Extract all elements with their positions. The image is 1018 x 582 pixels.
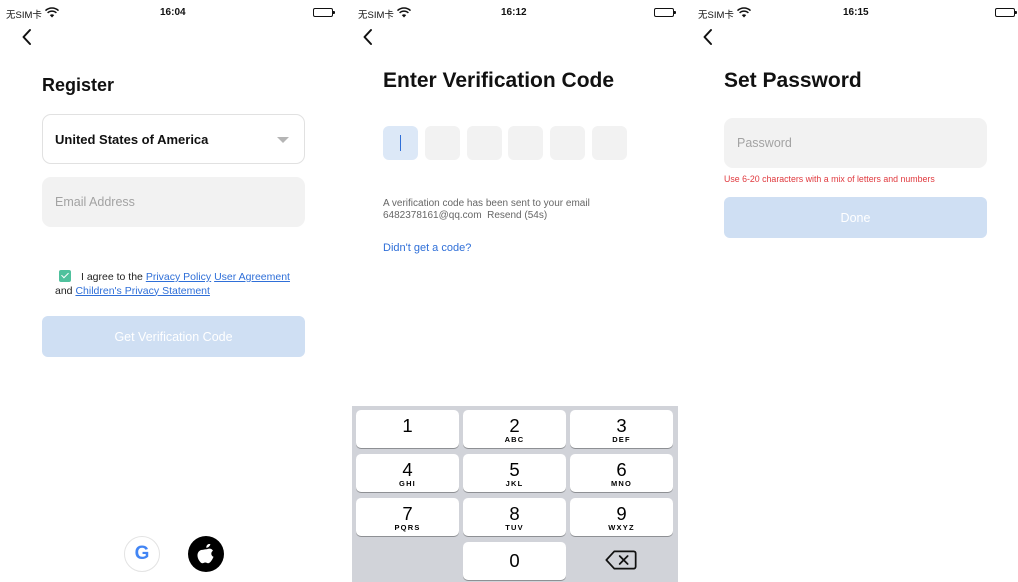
key-4[interactable]: 4 GHI <box>356 454 459 492</box>
status-time: 16:12 <box>501 7 527 18</box>
verification-screen: 无SIM卡 16:12 Enter Verification Code A ve… <box>352 0 678 582</box>
key-number: 2 <box>509 415 520 436</box>
key-number: 9 <box>616 503 627 524</box>
apple-icon <box>197 544 214 564</box>
childrens-privacy-link[interactable]: Children's Privacy Statement <box>75 285 209 297</box>
back-arrow-icon[interactable] <box>20 27 34 47</box>
key-9[interactable]: 9 WXYZ <box>570 498 673 536</box>
info-line-2: 6482378161@qq.com Resend (54s) <box>383 209 548 221</box>
numeric-keypad: 1 2 ABC 3 DEF 4 GHI 5 JKL 6 MNO 7 PQRS 8 <box>352 406 678 582</box>
status-time: 16:04 <box>160 7 186 18</box>
back-arrow-icon[interactable] <box>361 27 375 47</box>
verification-info: A verification code has been sent to you… <box>383 198 673 221</box>
apple-login-button[interactable] <box>188 536 224 572</box>
key-letters: JKL <box>505 479 524 488</box>
key-letters: MNO <box>610 479 633 488</box>
carrier-label: 无SIM卡 <box>6 10 42 21</box>
page-title: Set Password <box>724 69 862 92</box>
key-number: 5 <box>509 459 520 480</box>
battery-icon <box>654 8 676 17</box>
status-bar: 无SIM卡 16:15 <box>692 6 1018 21</box>
email-field[interactable]: Email Address <box>42 177 305 227</box>
register-screen: 无SIM卡 16:04 Register United States of Am… <box>0 0 341 582</box>
code-digit-box[interactable] <box>592 126 627 160</box>
didnt-get-code-link[interactable]: Didn't get a code? <box>383 242 471 254</box>
password-hint: Use 6-20 characters with a mix of letter… <box>724 174 935 184</box>
get-verification-code-button[interactable]: Get Verification Code <box>42 316 305 357</box>
set-password-screen: 无SIM卡 16:15 Set Password Password Use 6-… <box>692 0 1018 582</box>
country-select[interactable]: United States of America <box>42 114 305 164</box>
google-login-button[interactable]: G <box>124 536 160 572</box>
key-number: 0 <box>509 550 520 571</box>
key-letters: GHI <box>399 479 416 488</box>
status-time: 16:15 <box>843 7 869 18</box>
key-number: 7 <box>402 503 413 524</box>
email-placeholder: Email Address <box>55 195 135 209</box>
text-cursor <box>400 135 402 151</box>
agreement-text: I agree to the Privacy Policy User Agree… <box>55 270 305 298</box>
key-3[interactable]: 3 DEF <box>570 410 673 448</box>
chevron-down-icon <box>277 137 289 143</box>
privacy-policy-link[interactable]: Privacy Policy <box>146 271 211 283</box>
status-bar: 无SIM卡 16:04 <box>0 6 341 21</box>
wifi-icon <box>737 7 751 18</box>
wifi-icon <box>45 7 59 18</box>
key-letters: TUV <box>505 523 524 532</box>
page-title: Register <box>42 75 115 95</box>
key-0[interactable]: 0 <box>463 542 566 580</box>
key-number: 4 <box>402 459 413 480</box>
code-digit-box[interactable] <box>508 126 543 160</box>
country-select-value: United States of America <box>55 131 209 147</box>
key-7[interactable]: 7 PQRS <box>356 498 459 536</box>
battery-icon <box>995 8 1017 17</box>
password-placeholder: Password <box>737 136 792 150</box>
wifi-icon <box>397 7 411 18</box>
back-arrow-icon[interactable] <box>701 27 715 47</box>
google-icon: G <box>134 543 150 564</box>
key-6[interactable]: 6 MNO <box>570 454 673 492</box>
key-number: 6 <box>616 459 627 480</box>
carrier-label: 无SIM卡 <box>358 10 394 21</box>
key-8[interactable]: 8 TUV <box>463 498 566 536</box>
key-5[interactable]: 5 JKL <box>463 454 566 492</box>
agree-and: and <box>55 284 73 297</box>
key-1[interactable]: 1 <box>356 410 459 448</box>
key-letters: WXYZ <box>608 523 635 532</box>
key-2[interactable]: 2 ABC <box>463 410 566 448</box>
backspace-icon[interactable] <box>605 549 637 571</box>
battery-icon <box>313 8 335 17</box>
key-letters: DEF <box>612 435 631 444</box>
user-agreement-link[interactable]: User Agreement <box>214 271 290 283</box>
key-number: 3 <box>616 415 627 436</box>
password-field[interactable]: Password <box>724 118 987 168</box>
key-number: 8 <box>509 503 520 524</box>
key-number: 1 <box>402 415 413 436</box>
done-button[interactable]: Done <box>724 197 987 238</box>
key-letters: ABC <box>504 435 525 444</box>
code-digit-box[interactable] <box>467 126 502 160</box>
info-line-1: A verification code has been sent to you… <box>383 198 590 209</box>
status-bar: 无SIM卡 16:12 <box>352 6 678 21</box>
code-digit-box[interactable] <box>383 126 418 160</box>
agree-prefix: I agree to the <box>81 271 143 283</box>
agree-checkbox[interactable] <box>59 270 71 282</box>
code-digit-box[interactable] <box>425 126 460 160</box>
carrier-label: 无SIM卡 <box>698 10 734 21</box>
code-digit-box[interactable] <box>550 126 585 160</box>
page-title: Enter Verification Code <box>383 69 615 92</box>
key-letters: PQRS <box>394 523 421 532</box>
